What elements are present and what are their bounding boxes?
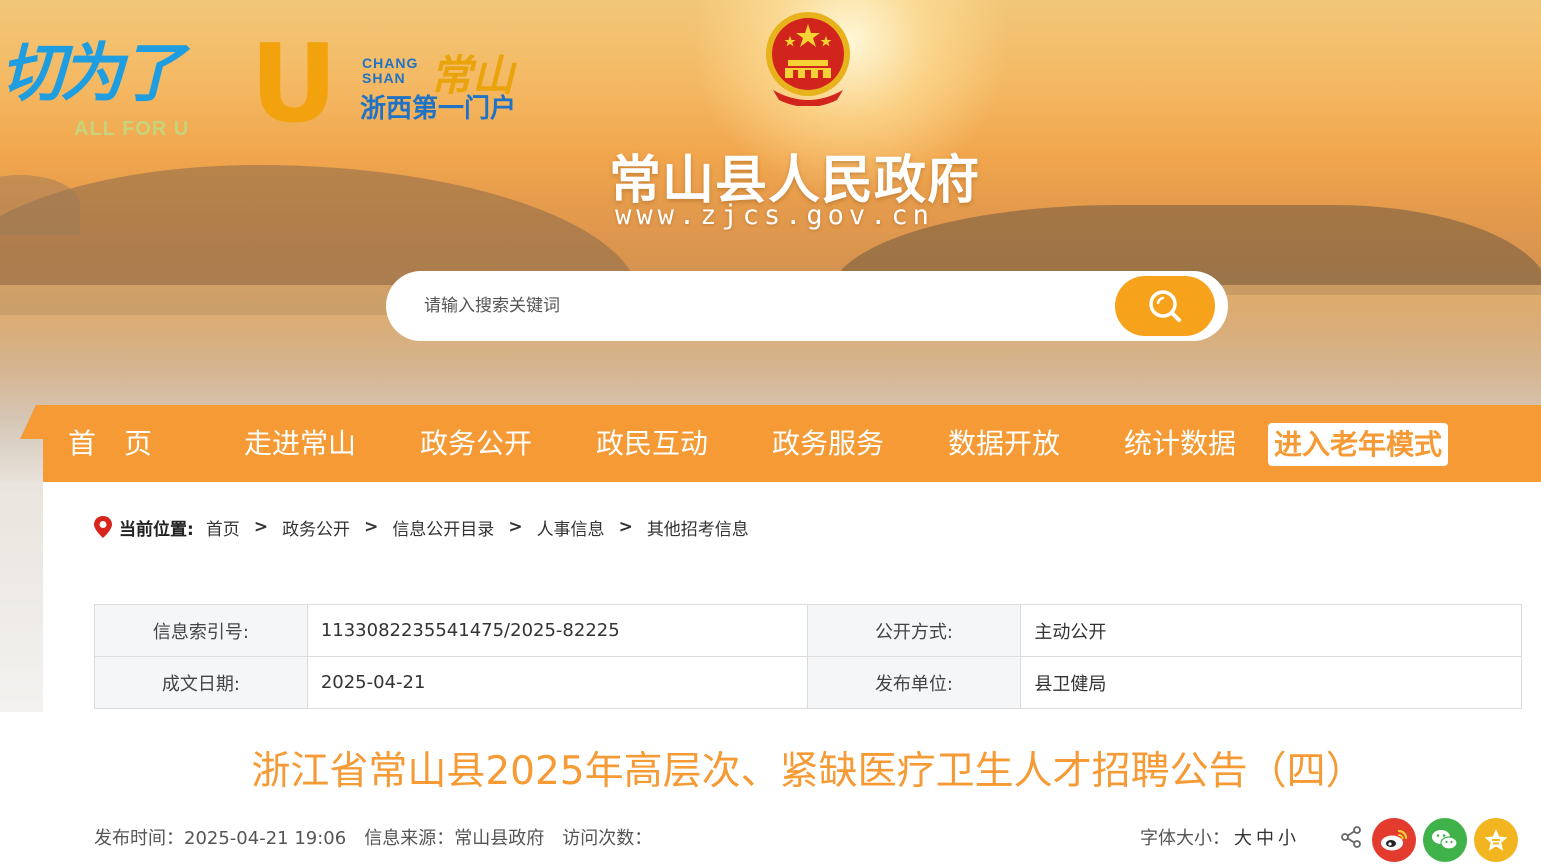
nav-item-government-affairs[interactable]: 政务公开: [420, 405, 532, 482]
national-emblem: [766, 12, 850, 106]
document-date-label: 成文日期:: [94, 656, 308, 709]
font-size-control: 字体大小：大中小: [1140, 824, 1296, 850]
wechat-share-button[interactable]: [1423, 818, 1467, 862]
search-button[interactable]: [1115, 276, 1215, 336]
article-meta: 发布时间：2025-04-21 19:06 信息来源：常山县政府 访问次数：: [94, 824, 670, 850]
logo-city-en: CHANG SHAN: [362, 56, 418, 86]
favorite-button[interactable]: [1474, 818, 1518, 862]
font-size-label: 字体大小：: [1140, 828, 1230, 849]
document-date-value: 2025-04-21: [306, 656, 808, 709]
favorite-star-icon: [1484, 829, 1508, 851]
breadcrumb-separator: >: [508, 517, 523, 537]
breadcrumb: 当前位置: 首页 > 政务公开 > 信息公开目录 > 人事信息 > 其他招考信息: [93, 512, 749, 542]
index-number-label: 信息索引号:: [94, 604, 308, 657]
nav-item-home[interactable]: 首 页: [68, 405, 152, 482]
nav-item-open-data[interactable]: 数据开放: [948, 405, 1060, 482]
table-row: 成文日期: 2025-04-21 发布单位: 县卫健局: [94, 656, 1522, 709]
elder-mode-button[interactable]: 进入老年模式: [1268, 423, 1449, 466]
table-row: 信息索引号: 1133082235541475/2025-82225 公开方式:…: [94, 604, 1522, 657]
article-title: 浙江省常山县2025年高层次、紧缺医疗卫生人才招聘公告（四）: [251, 749, 1365, 794]
logo-city-en-line1: CHANG: [362, 55, 419, 71]
disclosure-method-value: 主动公开: [1020, 604, 1522, 657]
weibo-icon: [1381, 829, 1408, 851]
breadcrumb-personnel-info[interactable]: 人事信息: [537, 515, 605, 540]
publisher-label: 发布单位:: [806, 656, 1022, 709]
breadcrumb-separator: >: [618, 517, 633, 537]
search-input[interactable]: [424, 289, 1104, 323]
breadcrumb-separator: >: [364, 517, 379, 537]
publish-time: 发布时间：2025-04-21 19:06: [94, 828, 347, 849]
weibo-share-button[interactable]: [1372, 818, 1416, 862]
breadcrumb-government-affairs[interactable]: 政务公开: [282, 515, 350, 540]
nav-item-statistics[interactable]: 统计数据: [1124, 405, 1236, 482]
index-number-value: 1133082235541475/2025-82225: [306, 604, 808, 657]
breadcrumb-info-catalog[interactable]: 信息公开目录: [392, 515, 494, 540]
info-source: 信息来源：常山县政府: [364, 828, 545, 849]
search-icon: [1149, 290, 1181, 322]
font-size-small[interactable]: 小: [1278, 828, 1296, 849]
disclosure-method-label: 公开方式:: [806, 604, 1022, 657]
nav-item-about-changshan[interactable]: 走进常山: [244, 405, 356, 482]
main-nav: 首 页 走进常山 政务公开 政民互动 政务服务 数据开放 统计数据 进入老年模式: [43, 405, 1541, 482]
info-metadata-table: 信息索引号: 1133082235541475/2025-82225 公开方式:…: [94, 604, 1522, 709]
breadcrumb-separator: >: [253, 517, 269, 537]
location-pin-icon: [94, 516, 112, 538]
share-icon[interactable]: [1340, 826, 1362, 848]
logo-portal-tagline: 浙西第一门户: [360, 94, 517, 124]
page-side-shade: [0, 482, 43, 712]
logo-city-en-line2: SHAN: [362, 70, 406, 86]
site-url: www.zjcs.gov.cn: [615, 200, 934, 231]
breadcrumb-other-recruitment[interactable]: 其他招考信息: [647, 515, 749, 540]
visit-count: 访问次数：: [562, 828, 653, 849]
font-size-large[interactable]: 大: [1234, 828, 1252, 849]
logo-slogan-u: U: [250, 22, 338, 147]
breadcrumb-label: 当前位置:: [119, 519, 194, 540]
nav-item-services[interactable]: 政务服务: [772, 405, 884, 482]
font-size-medium[interactable]: 中: [1256, 828, 1274, 849]
nav-item-interaction[interactable]: 政民互动: [596, 405, 708, 482]
search-bar: [386, 271, 1228, 341]
publisher-value: 县卫健局: [1020, 656, 1522, 709]
wechat-icon: [1432, 830, 1458, 850]
breadcrumb-home[interactable]: 首页: [206, 515, 240, 540]
logo-slogan-cn: 切为了: [0, 37, 184, 111]
